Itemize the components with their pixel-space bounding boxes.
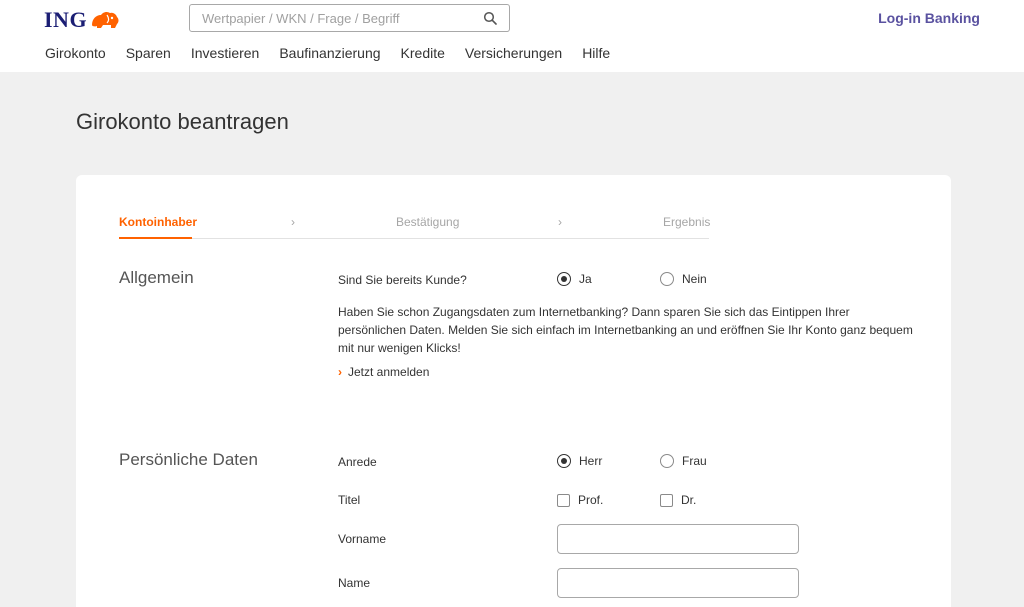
checkbox-label: Prof. (578, 493, 604, 507)
nav-item-kredite[interactable]: Kredite (401, 45, 445, 61)
link-label: Jetzt anmelden (348, 365, 430, 379)
kunde-question-label: Sind Sie bereits Kunde? (338, 273, 467, 287)
search-input[interactable] (190, 5, 470, 31)
radio-label: Herr (579, 454, 603, 468)
step-bestaetigung: Bestätigung (396, 215, 460, 229)
top-header: ING Log-in Banking Girokonto Sparen Inve… (0, 0, 1024, 72)
search-icon[interactable] (483, 11, 497, 25)
step-separator: › (291, 215, 295, 229)
ing-logo[interactable]: ING (44, 7, 121, 33)
vorname-field[interactable] (557, 524, 799, 554)
nav-item-sparen[interactable]: Sparen (126, 45, 171, 61)
radio-circle-checked[interactable] (557, 272, 571, 286)
lion-icon (92, 11, 119, 28)
radio-circle-checked[interactable] (557, 454, 571, 468)
anrede-radio-herr[interactable]: Herr (557, 454, 602, 468)
page-title: Girokonto beantragen (76, 109, 289, 134)
nav-item-versicherungen[interactable]: Versicherungen (465, 45, 562, 61)
checkbox-label: Dr. (681, 493, 697, 507)
radio-circle[interactable] (660, 454, 674, 468)
anrede-radio-frau[interactable]: Frau (660, 454, 707, 468)
titel-checkbox-dr[interactable]: Dr. (660, 493, 696, 507)
section-title-allgemein: Allgemein (119, 268, 194, 287)
checkbox-box[interactable] (557, 493, 570, 507)
anrede-label: Anrede (338, 455, 377, 469)
nav-item-girokonto[interactable]: Girokonto (45, 45, 106, 61)
step-separator: › (558, 215, 562, 229)
logo-text: ING (44, 7, 88, 32)
radio-label: Frau (682, 454, 707, 468)
nav-item-hilfe[interactable]: Hilfe (582, 45, 610, 61)
step-kontoinhaber: Kontoinhaber (119, 215, 197, 229)
active-step-indicator (119, 237, 192, 239)
step-ergebnis: Ergebnis (663, 215, 711, 229)
vorname-label: Vorname (338, 532, 387, 546)
radio-label: Nein (682, 272, 707, 286)
section-title-persoenliche-daten: Persönliche Daten (119, 450, 258, 469)
kunde-radio-nein[interactable]: Nein (660, 272, 707, 286)
search-box (189, 4, 510, 32)
progress-steps: Kontoinhaber › Bestätigung › Ergebnis (119, 215, 711, 239)
chevron-right-icon: › (338, 365, 342, 379)
name-field[interactable] (557, 568, 799, 598)
name-label: Name (338, 576, 371, 590)
nav-item-investieren[interactable]: Investieren (191, 45, 259, 61)
main-nav: Girokonto Sparen Investieren Baufinanzie… (45, 45, 630, 61)
jetzt-anmelden-link[interactable]: › Jetzt anmelden (338, 365, 429, 379)
application-form-card: Kontoinhaber › Bestätigung › Ergebnis Al… (76, 175, 951, 607)
kunde-radio-ja[interactable]: Ja (557, 272, 592, 286)
internetbanking-info-text: Haben Sie schon Zugangsdaten zum Interne… (338, 305, 913, 355)
titel-label: Titel (338, 493, 361, 507)
radio-label: Ja (579, 272, 592, 286)
radio-circle[interactable] (660, 272, 674, 286)
nav-item-baufinanzierung[interactable]: Baufinanzierung (279, 45, 380, 61)
login-banking-link[interactable]: Log-in Banking (878, 10, 980, 26)
titel-checkbox-prof[interactable]: Prof. (557, 493, 603, 507)
checkbox-box[interactable] (660, 493, 673, 507)
